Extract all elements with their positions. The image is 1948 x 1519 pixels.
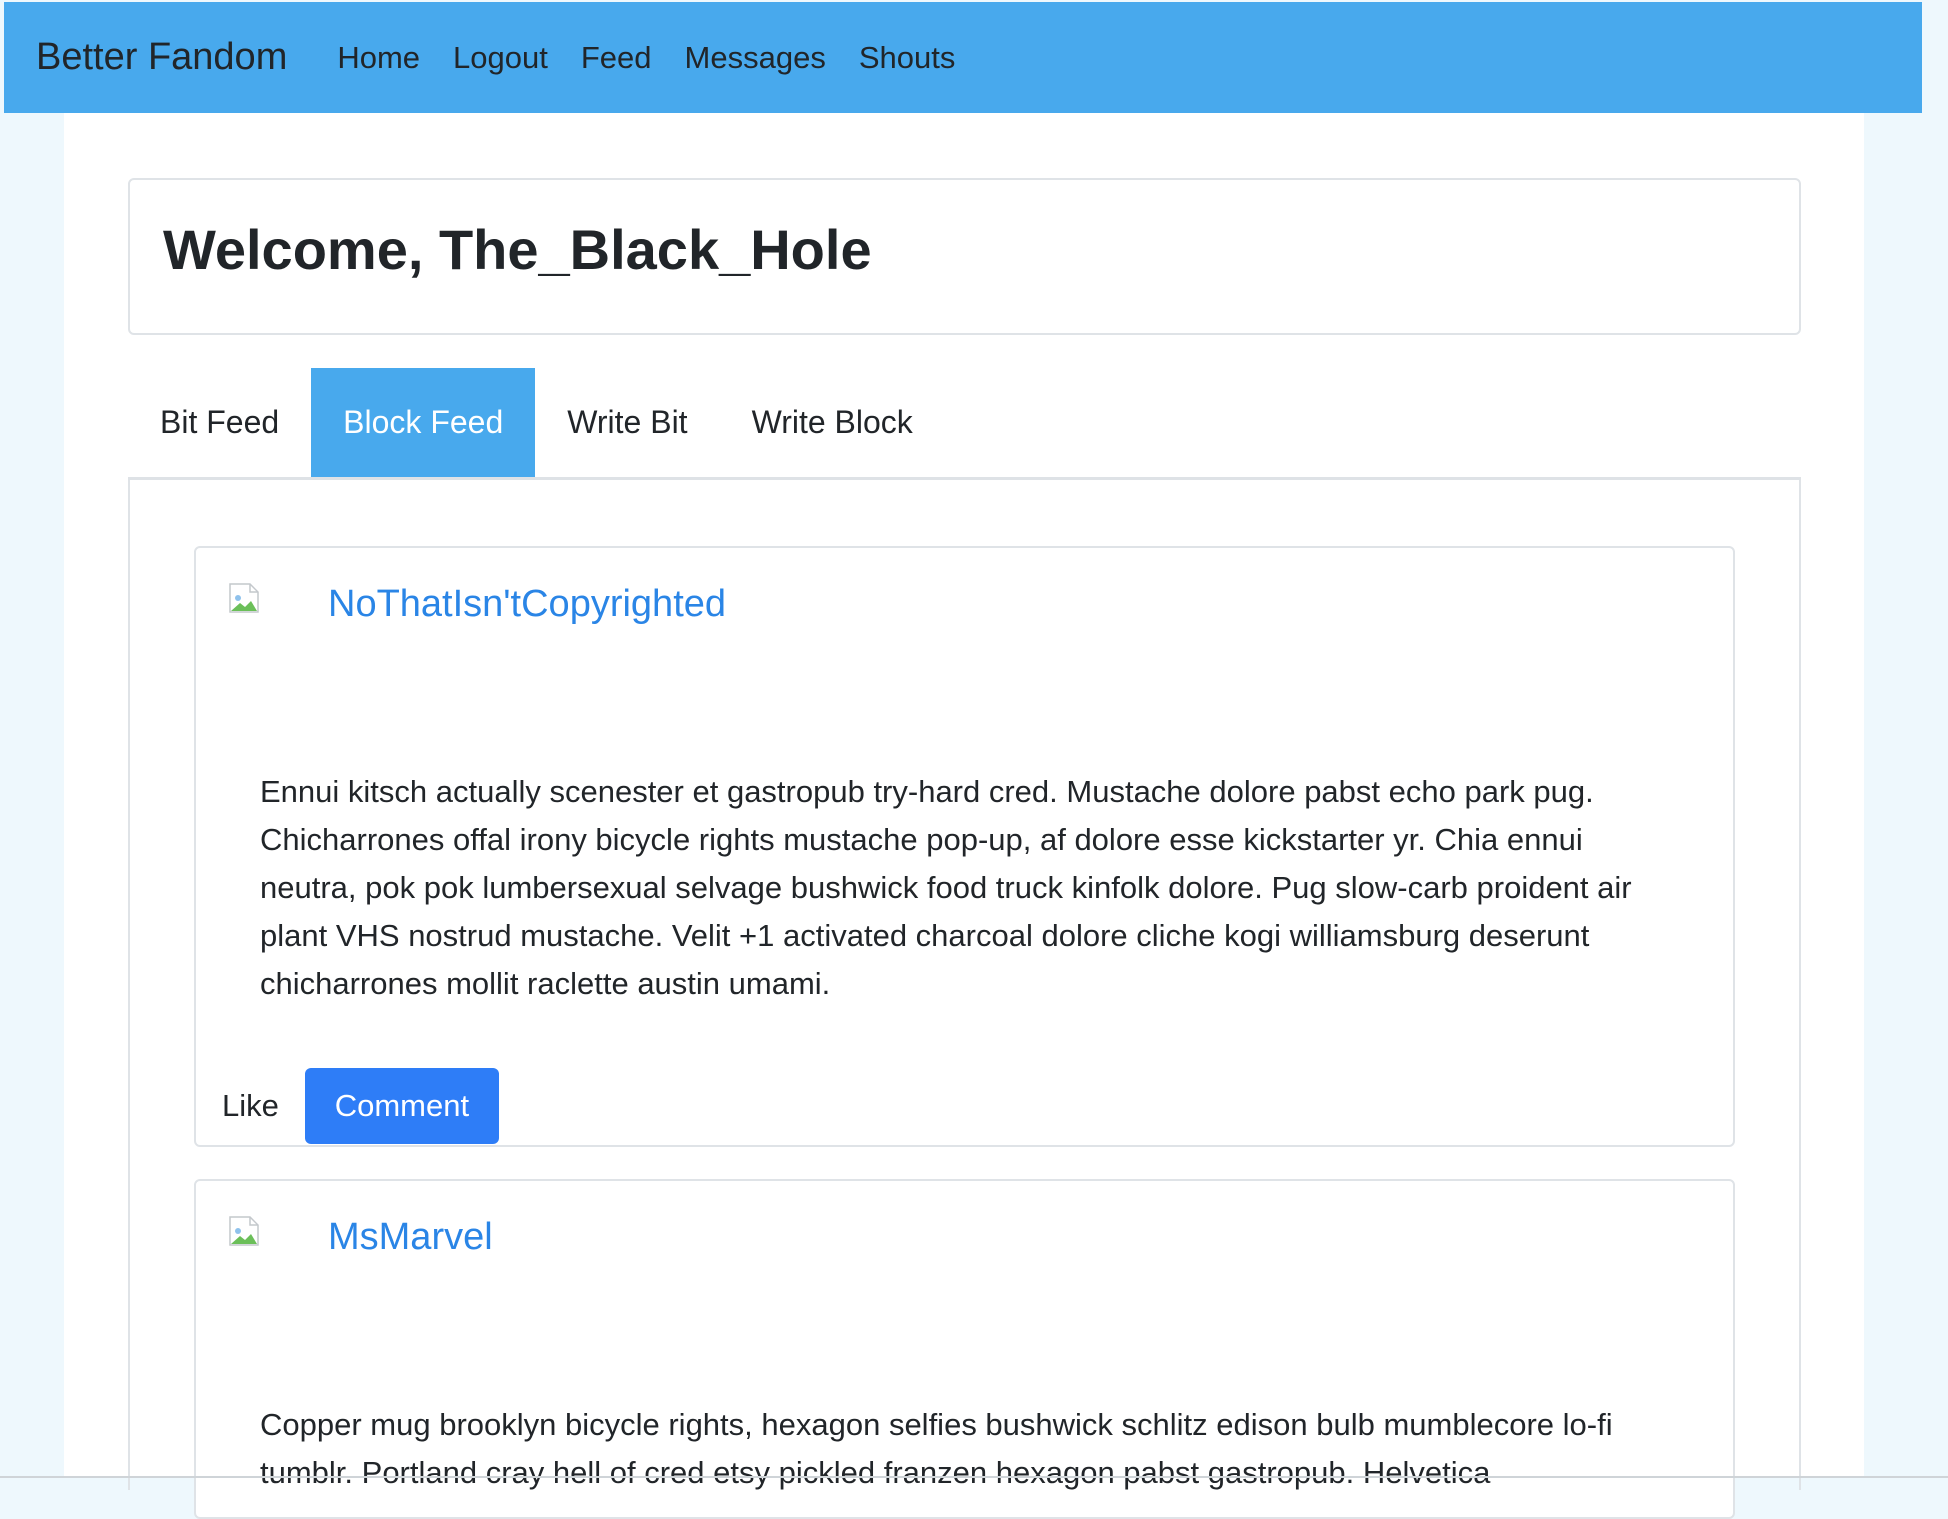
feed-tabs: Bit Feed Block Feed Write Bit Write Bloc… xyxy=(128,368,1801,480)
post-body: Copper mug brooklyn bicycle rights, hexa… xyxy=(260,1407,1613,1490)
page-title: Welcome, The_Black_Hole xyxy=(163,218,872,281)
like-button[interactable]: Like xyxy=(222,1088,279,1124)
welcome-card: Welcome, The_Black_Hole xyxy=(128,178,1801,335)
broken-image-icon xyxy=(228,582,260,614)
nav-link-messages[interactable]: Messages xyxy=(685,40,826,76)
top-navbar: Better Fandom Home Logout Feed Messages … xyxy=(4,2,1922,113)
post-actions: Like Comment xyxy=(222,1068,499,1144)
nav-link-home[interactable]: Home xyxy=(337,40,420,76)
post-card: MsMarvel Copper mug brooklyn bicycle rig… xyxy=(194,1179,1735,1519)
comment-button[interactable]: Comment xyxy=(304,1068,499,1144)
tab-bit-feed[interactable]: Bit Feed xyxy=(128,368,311,477)
nav-link-feed[interactable]: Feed xyxy=(581,40,652,76)
tab-write-block[interactable]: Write Block xyxy=(720,368,945,477)
post-body: Ennui kitsch actually scenester et gastr… xyxy=(260,774,1632,1001)
broken-image-icon xyxy=(228,1215,260,1247)
post-author-link[interactable]: NoThatIsn'tCopyrighted xyxy=(328,582,726,628)
post-card: NoThatIsn'tCopyrighted Ennui kitsch actu… xyxy=(194,546,1735,1147)
brand-logo-text[interactable]: Better Fandom xyxy=(36,36,287,79)
post-author-link[interactable]: MsMarvel xyxy=(328,1215,493,1261)
tab-block-feed[interactable]: Block Feed xyxy=(311,368,536,477)
tab-write-bit[interactable]: Write Bit xyxy=(535,368,719,477)
nav-link-logout[interactable]: Logout xyxy=(453,40,548,76)
nav-link-shouts[interactable]: Shouts xyxy=(859,40,956,76)
